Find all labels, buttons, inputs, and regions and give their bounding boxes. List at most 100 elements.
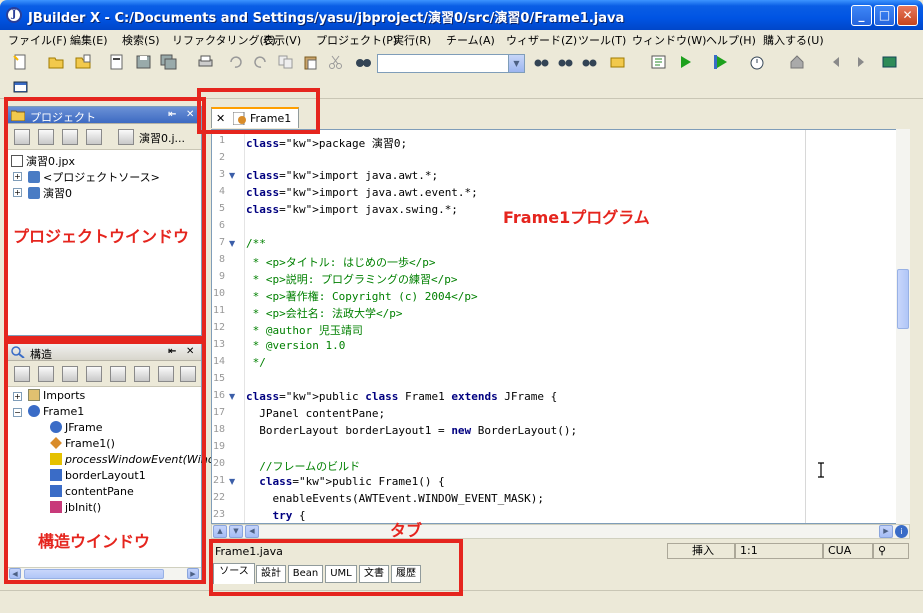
code-line[interactable]: * <p>会社名: 法政大学</p> bbox=[246, 305, 403, 321]
zoom-icon[interactable]: ⚲ bbox=[873, 543, 909, 559]
code-line[interactable]: * <p>タイトル: はじめの一歩</p> bbox=[246, 254, 436, 270]
build-icon[interactable] bbox=[610, 54, 627, 70]
line-number: 5 bbox=[218, 203, 225, 214]
new-window-icon[interactable] bbox=[12, 79, 29, 95]
menu-refactor[interactable]: リファクタリング(C) bbox=[172, 32, 276, 48]
maximize-button[interactable]: □ bbox=[874, 5, 895, 26]
status-position: 1:1 bbox=[735, 543, 823, 559]
menu-view[interactable]: 表示(V) bbox=[263, 32, 301, 48]
editor-vscrollbar[interactable] bbox=[896, 129, 910, 524]
cut-icon[interactable] bbox=[327, 54, 344, 70]
fold-up-icon[interactable]: ▲ bbox=[213, 525, 227, 538]
line-number: 9 bbox=[218, 271, 225, 282]
code-line[interactable]: * @author 児玉靖司 bbox=[246, 322, 363, 338]
line-number: 13 bbox=[212, 339, 225, 350]
title-bar[interactable]: J JBuilder X - C:/Documents and Settings… bbox=[0, 0, 923, 30]
line-number: 8 bbox=[218, 254, 225, 265]
search-combo[interactable]: ▼ bbox=[377, 54, 525, 73]
menu-wizard[interactable]: ウィザード(Z) bbox=[506, 32, 577, 48]
code-line[interactable]: enableEvents(AWTEvent.WINDOW_EVENT_MASK)… bbox=[246, 492, 544, 505]
fold-toggle-icon[interactable]: ▼ bbox=[229, 171, 235, 180]
help-book-icon[interactable] bbox=[881, 54, 898, 70]
menu-search[interactable]: 検索(S) bbox=[122, 32, 160, 48]
code-line[interactable]: /** bbox=[246, 237, 266, 250]
redo-icon[interactable] bbox=[252, 54, 269, 70]
code-line[interactable]: * <p>説明: プログラミングの練習</p> bbox=[246, 271, 458, 287]
home-icon[interactable] bbox=[789, 54, 806, 70]
scroll-thumb[interactable] bbox=[897, 269, 909, 329]
code-line[interactable]: //フレームのビルド bbox=[246, 458, 360, 474]
line-number: 21 bbox=[212, 475, 225, 486]
save-all-icon[interactable] bbox=[160, 54, 177, 70]
fold-toggle-icon[interactable]: ▼ bbox=[229, 392, 235, 401]
line-number: 20 bbox=[212, 458, 225, 469]
menu-help[interactable]: ヘルプ(H) bbox=[706, 32, 756, 48]
line-number: 7 bbox=[218, 237, 225, 248]
scroll-right-icon[interactable]: ▶ bbox=[879, 525, 893, 538]
code-line[interactable]: try { bbox=[246, 509, 306, 522]
line-number-gutter: 1 2 3 ▼ 4 5 6 7 ▼ 8 9 10 11 12 13 14 15 16 ▼ 17 18 19 20 21 ▼ 22 2… bbox=[212, 130, 245, 523]
copy-icon[interactable] bbox=[277, 54, 294, 70]
back-icon[interactable] bbox=[829, 54, 846, 70]
save-icon[interactable] bbox=[135, 54, 152, 70]
find-class-icon[interactable] bbox=[533, 54, 550, 70]
debug-icon[interactable] bbox=[713, 54, 730, 70]
code-line[interactable]: * <p>著作権: Copyright (c) 2004</p> bbox=[246, 288, 478, 304]
menu-tools[interactable]: ツール(T) bbox=[578, 32, 626, 48]
print-icon[interactable] bbox=[197, 54, 214, 70]
undo-icon[interactable] bbox=[227, 54, 244, 70]
fold-toggle-icon[interactable]: ▼ bbox=[229, 477, 235, 486]
menu-window[interactable]: ウィンドウ(W) bbox=[632, 32, 706, 48]
annotation-tab: タブ bbox=[390, 521, 423, 540]
forward-icon[interactable] bbox=[852, 54, 869, 70]
code-editor[interactable]: 1 2 3 ▼ 4 5 6 7 ▼ 8 9 10 11 12 13 14 15 16 ▼ 17 18 19 20 21 ▼ 22 2… bbox=[211, 129, 910, 524]
main-toolbar: ▼ bbox=[0, 49, 923, 99]
menu-file[interactable]: ファイル(F) bbox=[8, 32, 67, 48]
scroll-left-icon[interactable]: ◀ bbox=[245, 525, 259, 538]
menu-buy[interactable]: 購入する(U) bbox=[763, 32, 824, 48]
code-line[interactable]: class="kw">public class Frame1 extends J… bbox=[246, 390, 557, 403]
paste-icon[interactable] bbox=[302, 54, 319, 70]
code-line[interactable]: class="kw">import java.awt.*; bbox=[246, 169, 438, 182]
code-line[interactable]: */ bbox=[246, 356, 266, 369]
fold-down-icon[interactable]: ▼ bbox=[229, 525, 243, 538]
editor-hscrollbar[interactable]: ▲ ▼ ◀ ▶ i bbox=[211, 524, 910, 539]
code-line[interactable]: class="kw">import java.awt.event.*; bbox=[246, 186, 478, 199]
minimize-button[interactable]: _ bbox=[851, 5, 872, 26]
find-icon[interactable] bbox=[355, 54, 372, 70]
menu-bar: ファイル(F) 編集(E) 検索(S) リファクタリング(C) 表示(V) プロ… bbox=[0, 30, 923, 49]
menu-team[interactable]: チーム(A) bbox=[446, 32, 495, 48]
navigate-icon[interactable]: i bbox=[895, 525, 908, 538]
close-button[interactable]: ✕ bbox=[897, 5, 918, 26]
binoculars-icon[interactable] bbox=[557, 54, 574, 70]
line-number: 11 bbox=[212, 305, 225, 316]
chevron-down-icon[interactable]: ▼ bbox=[508, 55, 524, 72]
make-icon[interactable] bbox=[650, 54, 667, 70]
menu-run[interactable]: 実行(R) bbox=[393, 32, 431, 48]
line-number: 4 bbox=[218, 186, 225, 197]
reopen-icon[interactable] bbox=[108, 54, 125, 70]
fold-toggle-icon[interactable]: ▼ bbox=[229, 239, 235, 248]
new-file-icon[interactable] bbox=[12, 54, 29, 70]
code-line[interactable]: * @version 1.0 bbox=[246, 339, 346, 352]
code-line[interactable]: class="kw">package 演習0; bbox=[246, 135, 407, 151]
line-number: 19 bbox=[212, 441, 225, 452]
open-project-icon[interactable] bbox=[48, 54, 65, 70]
run-icon[interactable] bbox=[677, 54, 694, 70]
status-keymap[interactable]: CUA bbox=[823, 543, 873, 559]
annotation-structure-window: 構造ウインドウ bbox=[38, 532, 151, 551]
code-line[interactable]: JPanel contentPane; bbox=[246, 407, 385, 420]
search-next-icon[interactable] bbox=[581, 54, 598, 70]
line-number: 22 bbox=[212, 492, 225, 503]
line-number: 17 bbox=[212, 407, 225, 418]
code-line[interactable]: class="kw">public Frame1() { bbox=[246, 475, 444, 488]
code-line[interactable]: BorderLayout borderLayout1 = new BorderL… bbox=[246, 424, 577, 437]
annotation-program: Frame1プログラム bbox=[503, 208, 650, 227]
open-file-icon[interactable] bbox=[75, 54, 92, 70]
menu-edit[interactable]: 編集(E) bbox=[70, 32, 108, 48]
code-line[interactable]: class="kw">import javax.swing.*; bbox=[246, 203, 458, 216]
status-insert-mode[interactable]: 挿入 bbox=[667, 543, 735, 559]
optimize-icon[interactable] bbox=[749, 54, 766, 70]
line-number: 2 bbox=[218, 152, 225, 163]
menu-project[interactable]: プロジェクト(P) bbox=[316, 32, 397, 48]
